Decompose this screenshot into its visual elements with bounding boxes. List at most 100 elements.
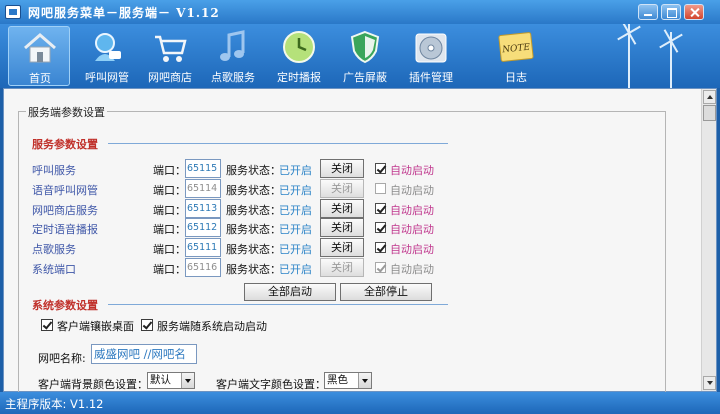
plugin-disc-icon xyxy=(415,33,447,63)
service-name: 网吧商店服务 xyxy=(32,204,98,217)
client-bg-color-label: 客户端背景颜色设置： xyxy=(38,378,148,391)
service-status-value: 已开启 xyxy=(279,263,312,276)
section-divider xyxy=(108,143,448,144)
scroll-up-arrow-icon[interactable] xyxy=(703,90,716,104)
auto-start-label: 自动启动 xyxy=(390,184,434,197)
client-embed-checkbox[interactable] xyxy=(41,319,53,331)
window-title: 网吧服务菜单－服务端－ V1.12 xyxy=(28,6,220,20)
port-input[interactable]: 65112 xyxy=(185,218,221,237)
client-text-color-value: 黑色 xyxy=(327,374,348,386)
shield-icon xyxy=(350,30,380,64)
service-status-value: 已开启 xyxy=(279,204,312,217)
toolbar-plugins[interactable]: 插件管理 xyxy=(400,26,462,86)
chevron-down-icon xyxy=(181,373,194,388)
service-section-title: 服务参数设置 xyxy=(32,138,98,151)
main-toolbar: 首页 呼叫网管 网吧商店 点歌服务 定时播报 广告屏蔽 插件管理 NOTE 日志 xyxy=(0,24,720,88)
port-label: 端口： xyxy=(153,223,186,236)
toolbar-music-label: 点歌服务 xyxy=(211,71,255,84)
groupbox-title: 服务端参数设置 xyxy=(26,104,107,120)
port-input[interactable]: 65115 xyxy=(185,159,221,178)
close-service-button[interactable]: 关闭 xyxy=(320,199,364,218)
client-bg-color-select[interactable]: 默认 xyxy=(147,372,195,389)
toolbar-music[interactable]: 点歌服务 xyxy=(202,26,264,86)
system-section-title: 系统参数设置 xyxy=(32,299,98,312)
auto-start-checkbox[interactable] xyxy=(375,242,386,253)
toolbar-call-admin[interactable]: 呼叫网管 xyxy=(76,26,138,86)
port-label: 端口： xyxy=(153,204,186,217)
service-name: 系统端口 xyxy=(32,263,76,276)
vertical-scrollbar[interactable] xyxy=(701,89,716,391)
port-input[interactable]: 65111 xyxy=(185,238,221,257)
toolbar-log[interactable]: NOTE 日志 xyxy=(485,26,547,86)
auto-start-label: 自动启动 xyxy=(390,204,434,217)
toolbar-log-label: 日志 xyxy=(505,71,527,84)
content-panel: 服务端参数设置 服务参数设置 呼叫服务 端口： 65115 服务状态： 已开启 关闭 自动启… xyxy=(3,88,717,401)
port-label: 端口： xyxy=(153,263,186,276)
port-input[interactable]: 65116 xyxy=(185,258,221,277)
service-status-label: 服务状态： xyxy=(226,204,281,217)
auto-start-checkbox[interactable] xyxy=(375,222,386,233)
status-bar: 主程序版本: V1.12 xyxy=(0,392,720,414)
service-name: 语音呼叫网管 xyxy=(32,184,98,197)
stop-all-button[interactable]: 全部停止 xyxy=(340,283,432,301)
shopping-cart-icon xyxy=(155,35,187,62)
auto-start-checkbox[interactable] xyxy=(375,183,386,194)
toolbar-shop[interactable]: 网吧商店 xyxy=(139,26,201,86)
service-name: 呼叫服务 xyxy=(32,164,76,177)
clock-icon xyxy=(283,31,315,63)
wind-turbine-decoration xyxy=(628,24,630,88)
start-all-button[interactable]: 全部启动 xyxy=(244,283,336,301)
auto-start-checkbox[interactable] xyxy=(375,262,386,273)
client-text-color-label: 客户端文字颜色设置： xyxy=(216,378,326,391)
toolbar-timed-broadcast[interactable]: 定时播报 xyxy=(268,26,330,86)
home-icon xyxy=(24,33,56,63)
cafe-name-label: 网吧名称: xyxy=(38,352,86,365)
title-bar: 网吧服务菜单－服务端－ V1.12 xyxy=(0,0,720,24)
port-input[interactable]: 65113 xyxy=(185,199,221,218)
close-service-button[interactable]: 关闭 xyxy=(320,159,364,178)
port-input[interactable]: 65114 xyxy=(185,179,221,198)
service-status-label: 服务状态： xyxy=(226,243,281,256)
service-status-value: 已开启 xyxy=(279,164,312,177)
close-service-button[interactable]: 关闭 xyxy=(320,218,364,237)
scrollbar-thumb[interactable] xyxy=(703,105,716,121)
close-service-button[interactable]: 关闭 xyxy=(320,179,364,198)
toolbar-home[interactable]: 首页 xyxy=(8,26,70,86)
auto-start-label: 自动启动 xyxy=(390,223,434,236)
service-status-label: 服务状态： xyxy=(226,263,281,276)
auto-start-checkbox[interactable] xyxy=(375,203,386,214)
close-window-button[interactable] xyxy=(684,4,704,20)
maximize-button[interactable] xyxy=(661,4,681,20)
service-status-value: 已开启 xyxy=(279,184,312,197)
toolbar-call-admin-label: 呼叫网管 xyxy=(85,71,129,84)
port-label: 端口： xyxy=(153,164,186,177)
client-text-color-select[interactable]: 黑色 xyxy=(324,372,372,389)
app-icon xyxy=(5,5,21,19)
auto-start-label: 自动启动 xyxy=(390,263,434,276)
scroll-down-arrow-icon[interactable] xyxy=(703,376,716,390)
client-bg-color-value: 默认 xyxy=(150,374,171,386)
toolbar-plugins-label: 插件管理 xyxy=(409,71,453,84)
call-admin-icon xyxy=(95,33,121,61)
port-label: 端口： xyxy=(153,243,186,256)
service-status-label: 服务状态： xyxy=(226,164,281,177)
service-status-label: 服务状态： xyxy=(226,184,281,197)
toolbar-ad-block-label: 广告屏蔽 xyxy=(343,71,387,84)
auto-start-label: 自动启动 xyxy=(390,243,434,256)
wind-turbine-decoration xyxy=(670,32,672,88)
close-service-button[interactable]: 关闭 xyxy=(320,238,364,257)
toolbar-ad-block[interactable]: 广告屏蔽 xyxy=(334,26,396,86)
toolbar-timed-broadcast-label: 定时播报 xyxy=(277,71,321,84)
close-service-button[interactable]: 关闭 xyxy=(320,258,364,277)
service-name: 定时语音播报 xyxy=(32,223,98,236)
version-text: 主程序版本: V1.12 xyxy=(5,397,104,411)
auto-start-checkbox[interactable] xyxy=(375,163,386,174)
server-autostart-checkbox[interactable] xyxy=(141,319,153,331)
cafe-name-input[interactable]: 威盛网吧 //网吧名 xyxy=(91,344,197,364)
service-status-value: 已开启 xyxy=(279,223,312,236)
service-status-value: 已开启 xyxy=(279,243,312,256)
chevron-down-icon xyxy=(358,373,371,388)
minimize-button[interactable] xyxy=(638,4,658,20)
section-divider xyxy=(108,304,448,305)
server-autostart-label: 服务端随系统启动启动 xyxy=(157,320,267,333)
